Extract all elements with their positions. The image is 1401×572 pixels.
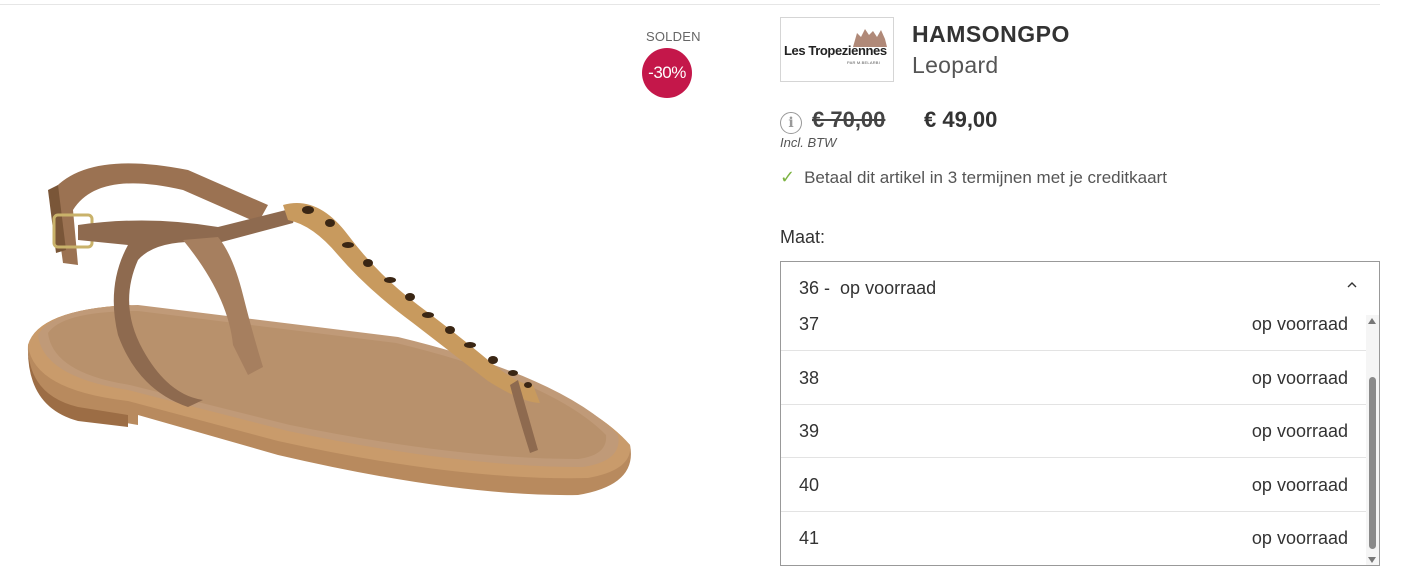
brand-logo-subtext: PAR M.BELARBI: [847, 60, 880, 65]
size-option[interactable]: 38 op voorraad: [781, 352, 1367, 405]
size-option-status: op voorraad: [1251, 367, 1348, 388]
scroll-down-arrow-icon[interactable]: [1368, 557, 1376, 563]
top-divider: [0, 4, 1380, 5]
product-name: HAMSONGPO: [912, 21, 1070, 47]
size-option-size: 40: [799, 474, 820, 495]
size-option-status: op voorraad: [1251, 420, 1348, 441]
product-variant: Leopard: [912, 52, 999, 78]
size-option-size: 39: [799, 420, 820, 441]
size-option-size: 37: [799, 315, 820, 334]
installment-text: Betaal dit artikel in 3 termijnen met je…: [804, 167, 1167, 187]
size-option-status: op voorraad: [1251, 474, 1348, 495]
scroll-up-arrow-icon[interactable]: [1368, 318, 1376, 324]
chevron-up-icon: [1347, 282, 1357, 288]
check-icon: ✓: [780, 167, 796, 187]
size-options-list[interactable]: 37 op voorraad 38 op voorraad 39 op voor…: [780, 315, 1380, 566]
info-icon[interactable]: i: [780, 112, 802, 134]
brand-logo-text: Les Tropeziennes: [784, 43, 887, 58]
size-option[interactable]: 40 op voorraad: [781, 459, 1367, 512]
product-image[interactable]: [0, 10, 760, 570]
vat-note: Incl. BTW: [780, 135, 837, 150]
size-dropdown[interactable]: 36 - op voorraad: [780, 261, 1380, 316]
discount-badge: -30%: [642, 48, 692, 98]
installment-info: ✓ Betaal dit artikel in 3 termijnen met …: [780, 167, 1167, 188]
size-option[interactable]: 39 op voorraad: [781, 405, 1367, 458]
size-option-status: op voorraad: [1251, 528, 1348, 548]
selected-size: 36 -: [799, 278, 831, 298]
sandal-illustration: [27, 163, 631, 496]
size-label: Maat:: [780, 227, 826, 247]
size-option-size: 41: [799, 528, 820, 548]
old-price: € 70,00: [812, 107, 886, 132]
selected-size-status: op voorraad: [840, 278, 937, 298]
sale-label: SOLDEN: [646, 29, 701, 44]
brand-logo[interactable]: Les Tropeziennes PAR M.BELARBI: [780, 17, 894, 82]
size-option[interactable]: 41 op voorraad: [781, 512, 1367, 565]
size-option[interactable]: 37 op voorraad: [781, 315, 1367, 351]
size-option-status: op voorraad: [1251, 315, 1348, 334]
current-price: € 49,00: [924, 107, 998, 132]
scrollbar-thumb[interactable]: [1369, 377, 1376, 549]
scrollbar[interactable]: [1366, 315, 1379, 565]
size-option-size: 38: [799, 367, 820, 388]
